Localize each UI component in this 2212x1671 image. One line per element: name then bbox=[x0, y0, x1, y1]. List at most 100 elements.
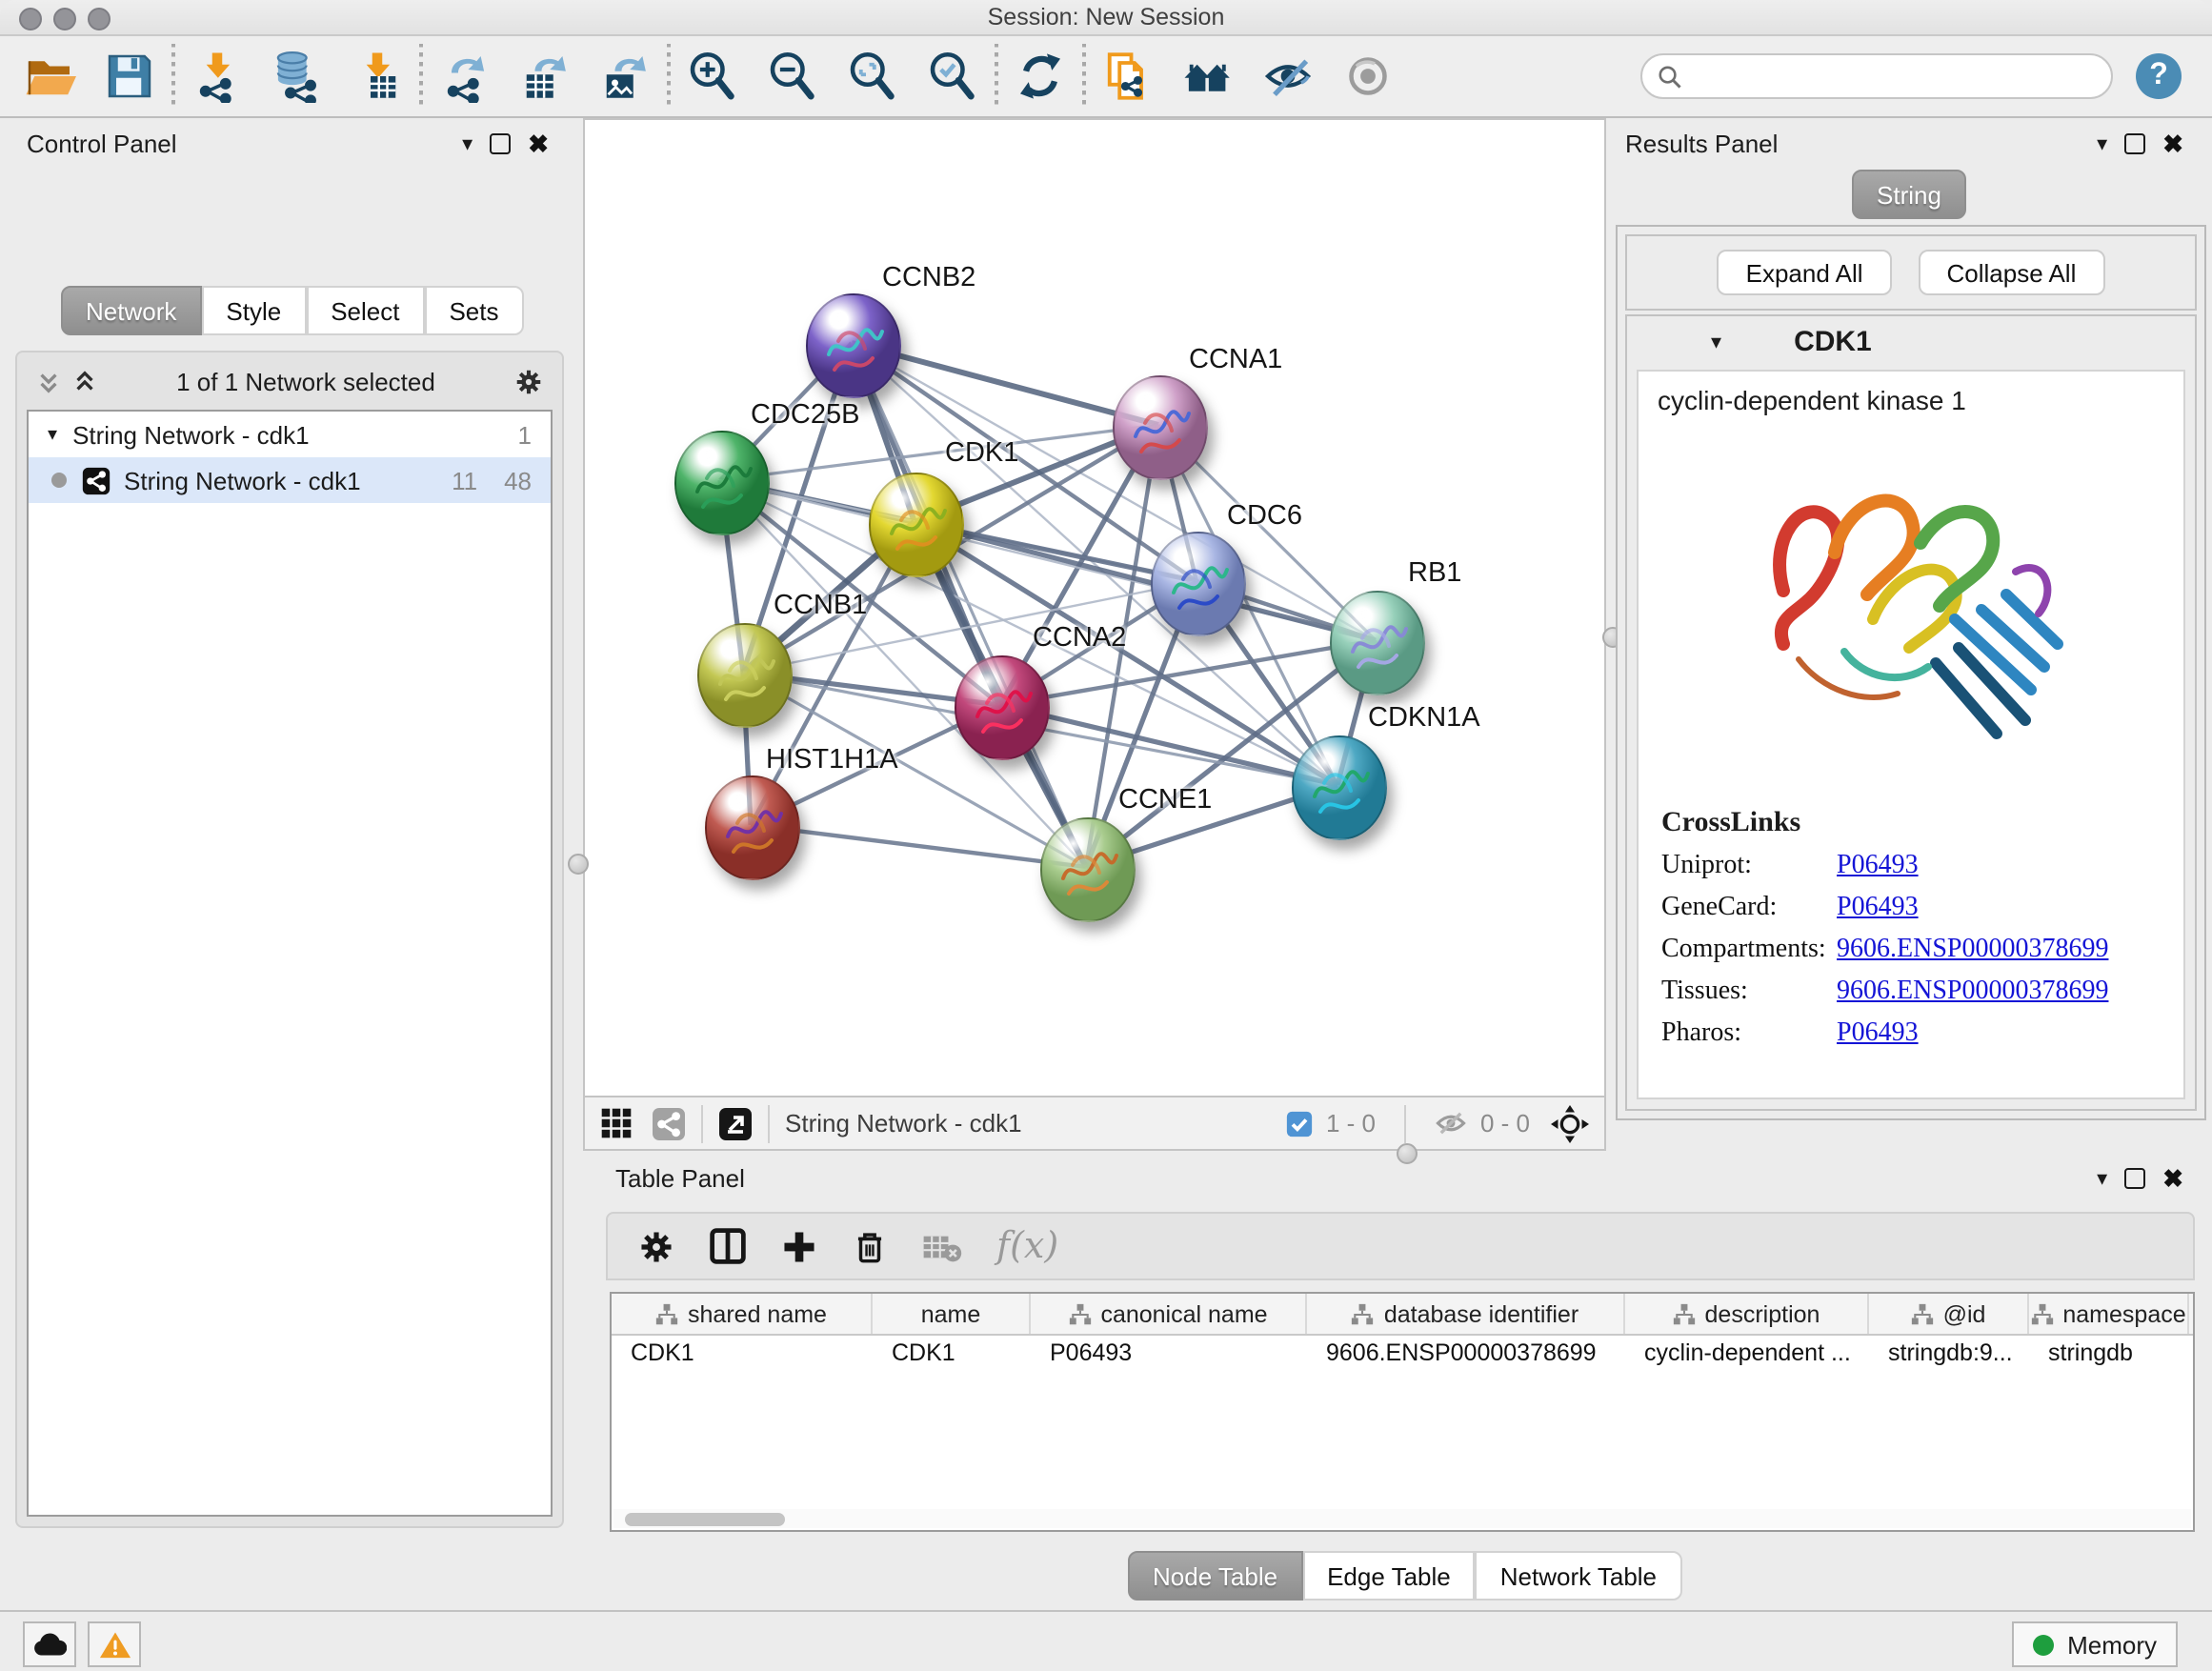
memory-button[interactable]: Memory bbox=[2012, 1621, 2178, 1667]
column-header[interactable]: shared name bbox=[612, 1294, 873, 1334]
network-row-selected[interactable]: String Network - cdk1 11 48 bbox=[29, 457, 551, 503]
home-view-button[interactable] bbox=[1177, 46, 1238, 107]
open-in-new-window-icon[interactable] bbox=[718, 1106, 753, 1140]
search-input[interactable] bbox=[1682, 61, 2096, 91]
export-network-button[interactable] bbox=[434, 46, 495, 107]
maximize-panel-icon[interactable] bbox=[490, 133, 511, 154]
network-node-ccna2[interactable] bbox=[955, 654, 1050, 759]
crosslink-link[interactable]: P06493 bbox=[1837, 1019, 1919, 1050]
maximize-panel-icon[interactable] bbox=[2124, 1168, 2145, 1189]
network-node-cdkn1a[interactable] bbox=[1292, 735, 1387, 839]
column-header[interactable]: database identifier bbox=[1307, 1294, 1625, 1334]
show-hidden-button[interactable] bbox=[1337, 46, 1398, 107]
crosslink-link[interactable]: 9606.ENSP00000378699 bbox=[1837, 936, 2108, 966]
string-panel-toggle-icon[interactable] bbox=[652, 1106, 686, 1140]
network-node-cdc6[interactable] bbox=[1151, 531, 1246, 635]
zoom-selected-button[interactable] bbox=[922, 46, 983, 107]
toolbar-divider bbox=[768, 1104, 770, 1142]
crosslink-link[interactable]: 9606.ENSP00000378699 bbox=[1837, 977, 2108, 1008]
collapse-all-rows-icon[interactable] bbox=[72, 369, 97, 393]
column-header[interactable]: description bbox=[1625, 1294, 1869, 1334]
collection-expander-icon[interactable]: ▾ bbox=[48, 424, 57, 445]
tab-select[interactable]: Select bbox=[306, 286, 424, 335]
tab-edge-table[interactable]: Edge Table bbox=[1302, 1551, 1476, 1601]
left-splitter-handle[interactable] bbox=[568, 854, 589, 875]
tab-network[interactable]: Network bbox=[61, 286, 201, 335]
close-panel-icon[interactable]: ✖ bbox=[2162, 1166, 2183, 1191]
hide-selected-button[interactable] bbox=[1257, 46, 1318, 107]
network-node-cdc25b[interactable] bbox=[674, 430, 770, 534]
cloud-status-button[interactable] bbox=[23, 1621, 76, 1667]
horizontal-scrollbar[interactable] bbox=[613, 1509, 2191, 1528]
zoom-fit-button[interactable] bbox=[842, 46, 903, 107]
birds-eye-grid-icon[interactable] bbox=[600, 1107, 633, 1139]
float-panel-icon[interactable]: ▾ bbox=[462, 131, 473, 156]
export-image-button[interactable] bbox=[594, 46, 655, 107]
network-collection-row[interactable]: ▾ String Network - cdk1 1 bbox=[29, 412, 551, 457]
collapse-all-button[interactable]: Collapse All bbox=[1919, 250, 2105, 295]
network-node-cdk1[interactable] bbox=[869, 472, 964, 576]
table-row[interactable]: CDK1CDK1P064939606.ENSP00000378699cyclin… bbox=[612, 1336, 2193, 1374]
tab-style[interactable]: Style bbox=[201, 286, 306, 335]
network-nodes-layer: CCNB2 CCNA1 CDC25B CDK1 CDC6 bbox=[585, 120, 1604, 1096]
open-session-button[interactable] bbox=[19, 46, 80, 107]
warnings-button[interactable] bbox=[88, 1621, 141, 1667]
help-button[interactable]: ? bbox=[2136, 53, 2182, 99]
table-type-tabs: Node Table Edge Table Network Table bbox=[1128, 1551, 1681, 1601]
collection-name: String Network - cdk1 bbox=[72, 420, 310, 449]
network-node-ccnb2[interactable] bbox=[806, 292, 901, 397]
float-panel-icon[interactable]: ▾ bbox=[2097, 131, 2107, 156]
column-header[interactable]: @id bbox=[1869, 1294, 2029, 1334]
export-table-button[interactable] bbox=[514, 46, 575, 107]
network-list-options-gear-icon[interactable] bbox=[514, 367, 543, 395]
maximize-panel-icon[interactable] bbox=[2124, 133, 2145, 154]
zoom-in-button[interactable] bbox=[682, 46, 743, 107]
gene-section-header[interactable]: ▾ CDK1 bbox=[1627, 316, 2195, 366]
column-header[interactable]: namespace bbox=[2029, 1294, 2189, 1334]
crosslink-link[interactable]: P06493 bbox=[1837, 894, 1919, 924]
cloud-icon bbox=[32, 1632, 67, 1657]
column-header[interactable]: name bbox=[873, 1294, 1031, 1334]
scrollbar-thumb[interactable] bbox=[625, 1512, 785, 1525]
network-node-hist1h1a[interactable] bbox=[705, 775, 800, 879]
delete-table-icon[interactable] bbox=[922, 1230, 962, 1262]
crosslink-row: Compartments:9606.ENSP00000378699 bbox=[1661, 936, 2183, 966]
network-node-ccne1[interactable] bbox=[1040, 816, 1136, 921]
node-label-rb1: RB1 bbox=[1408, 558, 1461, 589]
zoom-selected-icon bbox=[926, 50, 979, 103]
import-network-file-button[interactable] bbox=[187, 46, 248, 107]
tab-string[interactable]: String bbox=[1852, 170, 1966, 219]
section-expander-icon[interactable]: ▾ bbox=[1711, 329, 1721, 353]
table-cell: 9606.ENSP00000378699 bbox=[1307, 1336, 1625, 1374]
node-table[interactable]: shared namename canonical name database … bbox=[610, 1292, 2195, 1532]
crosslink-row: Pharos:P06493 bbox=[1661, 1019, 2183, 1050]
create-column-plus-icon[interactable] bbox=[781, 1228, 817, 1264]
refresh-view-button[interactable] bbox=[1010, 46, 1071, 107]
close-panel-icon[interactable]: ✖ bbox=[2162, 131, 2183, 156]
show-columns-icon[interactable] bbox=[709, 1227, 747, 1265]
import-table-file-button[interactable] bbox=[347, 46, 408, 107]
search-box[interactable] bbox=[1640, 53, 2113, 99]
float-panel-icon[interactable]: ▾ bbox=[2097, 1166, 2107, 1191]
zoom-out-button[interactable] bbox=[762, 46, 823, 107]
network-canvas[interactable]: CCNB2 CCNA1 CDC25B CDK1 CDC6 bbox=[583, 118, 1606, 1097]
tab-node-table[interactable]: Node Table bbox=[1128, 1551, 1302, 1601]
table-options-gear-icon[interactable] bbox=[638, 1228, 674, 1264]
delete-column-trash-icon[interactable] bbox=[852, 1228, 888, 1264]
network-node-rb1[interactable] bbox=[1330, 590, 1425, 695]
tab-network-table[interactable]: Network Table bbox=[1476, 1551, 1681, 1601]
expand-all-button[interactable]: Expand All bbox=[1718, 250, 1892, 295]
save-session-button[interactable] bbox=[99, 46, 160, 107]
crosslink-row: Tissues:9606.ENSP00000378699 bbox=[1661, 977, 2183, 1008]
crosslink-link[interactable]: P06493 bbox=[1837, 852, 1919, 882]
expand-all-rows-icon[interactable] bbox=[36, 369, 61, 393]
function-builder-icon[interactable]: f(x) bbox=[996, 1225, 1058, 1267]
close-panel-icon[interactable]: ✖ bbox=[528, 131, 549, 156]
tab-sets[interactable]: Sets bbox=[424, 286, 523, 335]
import-network-database-button[interactable] bbox=[267, 46, 328, 107]
column-header[interactable]: canonical name bbox=[1031, 1294, 1307, 1334]
network-node-ccnb1[interactable] bbox=[697, 622, 793, 727]
pan-crosshair-icon[interactable] bbox=[1551, 1104, 1589, 1142]
duplicate-network-button[interactable] bbox=[1097, 46, 1158, 107]
network-node-ccna1[interactable] bbox=[1113, 374, 1208, 479]
